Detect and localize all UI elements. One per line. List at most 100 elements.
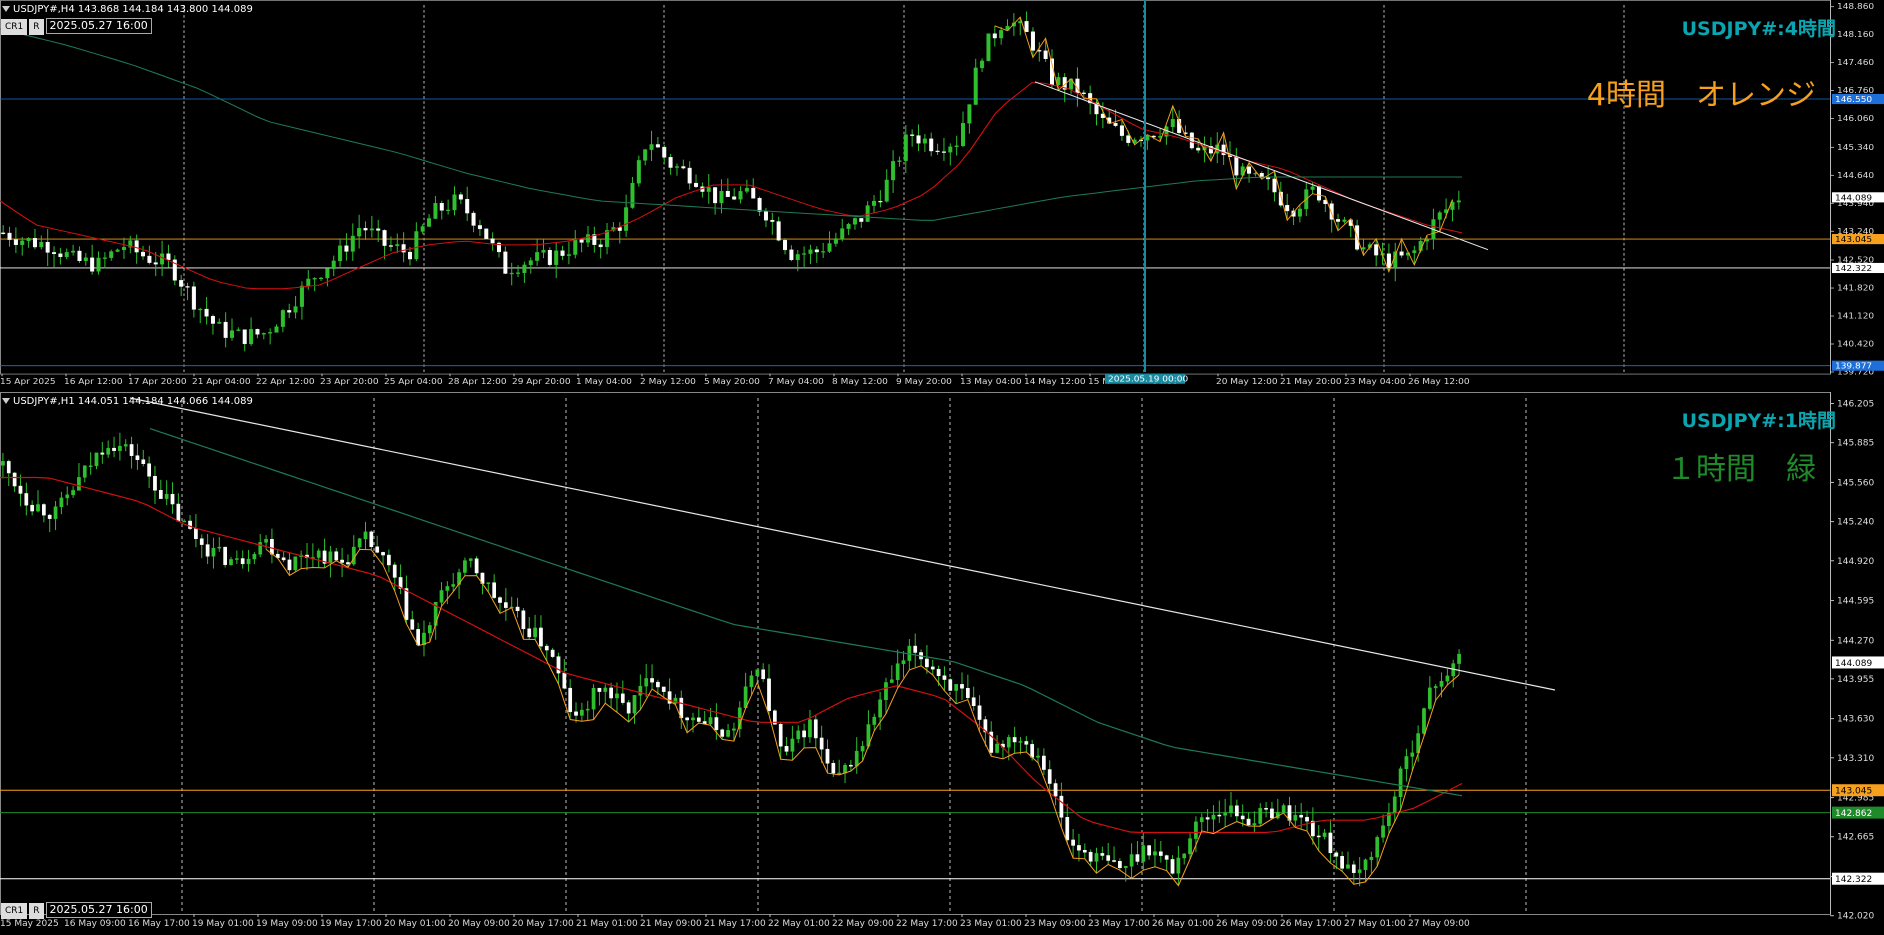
y-tick-label: 144.270 [1837, 636, 1874, 646]
candle-body [452, 194, 457, 211]
candle-body [1322, 832, 1327, 837]
y-tick-label: 141.820 [1837, 283, 1874, 292]
candle-body [363, 531, 368, 540]
candle-body [1457, 653, 1461, 664]
candle-body [182, 520, 187, 523]
candle-body [242, 329, 247, 345]
candle-body [696, 717, 701, 722]
h1-symbol-label: USDJPY#:1時間 [1681, 410, 1836, 432]
candle-body [965, 688, 970, 698]
x-tick-label: 8 May 12:00 [832, 376, 888, 385]
candle-body [293, 306, 298, 313]
candle-body [1196, 147, 1201, 151]
candle-body [1281, 805, 1286, 813]
candle-body [1381, 825, 1385, 838]
candle-body [744, 187, 749, 192]
candle-body [763, 211, 768, 221]
candle-body [1439, 680, 1444, 687]
candle-body [1030, 744, 1035, 758]
candle-body [484, 228, 489, 239]
y-tick-label: 145.340 [1837, 143, 1874, 152]
candle-body [1176, 857, 1181, 874]
candle-body [1119, 125, 1124, 136]
candle-body [948, 679, 953, 691]
x-tick-label: 21 Apr 04:00 [192, 376, 251, 385]
candle-body [922, 138, 927, 144]
y-tick-label: 143.630 [1837, 715, 1874, 725]
candle-body [598, 244, 603, 248]
candle-body [585, 234, 590, 243]
price-tag-label: 139.877 [1835, 361, 1872, 370]
h1-chart-svg[interactable]: 146.205 145.885 145.560 145.240 144.920 144.5… [0, 392, 1884, 935]
price-tag-label: 143.045 [1835, 787, 1872, 797]
candle-body [427, 218, 432, 227]
candle-body [26, 238, 31, 242]
candle-body [528, 260, 533, 266]
candle-body [1170, 859, 1175, 874]
price-tag-label: 146.550 [1835, 95, 1872, 104]
candle-body [463, 560, 467, 573]
candle-body [1433, 686, 1438, 689]
x-tick-label: 19 May 01:00 [192, 919, 254, 929]
candle-body [344, 245, 349, 252]
candle-body [246, 558, 251, 565]
candle-body [416, 629, 420, 646]
candle-body [1246, 818, 1251, 826]
candle-body [439, 203, 444, 211]
candle-body [1112, 860, 1116, 862]
candle-body [223, 546, 228, 565]
candle-body [166, 253, 171, 261]
candle-body [1363, 859, 1368, 870]
price-tag-label: 142.862 [1835, 809, 1872, 819]
h4-chart-svg[interactable]: 148.860 148.160 147.460 146.760 146.060 145.3… [0, 0, 1884, 388]
candle-body [306, 278, 311, 287]
h1-header: USDJPY#,H1 144.051 144.184 144.066 144.0… [2, 396, 253, 407]
dropdown-triangle-icon[interactable] [2, 398, 10, 404]
candle-body [687, 167, 692, 184]
x-tick-label: 26 May 09:00 [1216, 919, 1278, 929]
candle-body [761, 669, 766, 680]
cr-button[interactable]: CR1 [1, 903, 28, 919]
candle-body [1285, 204, 1290, 212]
candle-body [1024, 741, 1029, 745]
candle-body [477, 225, 482, 230]
cr-button[interactable]: CR1 [1, 19, 28, 35]
candle-body [778, 723, 783, 747]
candle-body [681, 166, 686, 169]
candle-body [560, 250, 565, 256]
x-tick-label: 1 May 04:00 [576, 376, 632, 385]
candle-body [895, 663, 900, 680]
h4-datebox-text: 2025.05.27 16:00 [45, 18, 152, 34]
candle-body [813, 719, 818, 739]
h1-note-label: １時間 緑 [1666, 452, 1816, 487]
h1-header-text: USDJPY#,H1 144.051 144.184 144.066 144.0… [13, 396, 253, 407]
candle-body [852, 218, 857, 225]
h4-chart-pane[interactable]: 148.860 148.160 147.460 146.760 146.060 145.3… [0, 0, 1884, 388]
candle-body [1145, 135, 1150, 141]
candle-body [121, 246, 126, 251]
candle-body [767, 678, 771, 712]
candle-body [624, 207, 629, 231]
x-tick-label: 21 May 17:00 [704, 919, 766, 929]
price-tag-label: 143.045 [1835, 235, 1872, 244]
dropdown-triangle-icon[interactable] [2, 6, 10, 12]
candle-body [123, 444, 128, 447]
candle-body [1, 461, 5, 466]
candle-body [846, 224, 851, 229]
candle-body [59, 497, 64, 508]
x-tick-label: 23 May 04:00 [1344, 376, 1406, 385]
candle-body [789, 249, 794, 261]
candle-body [1106, 855, 1111, 861]
h1-datebox: CR1 R 2025.05.27 16:00 [1, 902, 154, 919]
r-button[interactable]: R [29, 19, 44, 35]
candle-body [1113, 122, 1118, 126]
candle-body [808, 719, 812, 738]
candle-body [884, 682, 888, 701]
candle-body [261, 333, 266, 335]
r-button[interactable]: R [29, 903, 44, 919]
candle-body [999, 30, 1004, 39]
candle-body [1194, 821, 1198, 839]
h1-chart-pane[interactable]: 146.205 145.885 145.560 145.240 144.920 144.5… [0, 392, 1884, 935]
x-tick-label: 26 May 12:00 [1408, 376, 1470, 385]
x-tick-label: 13 May 04:00 [960, 376, 1022, 385]
